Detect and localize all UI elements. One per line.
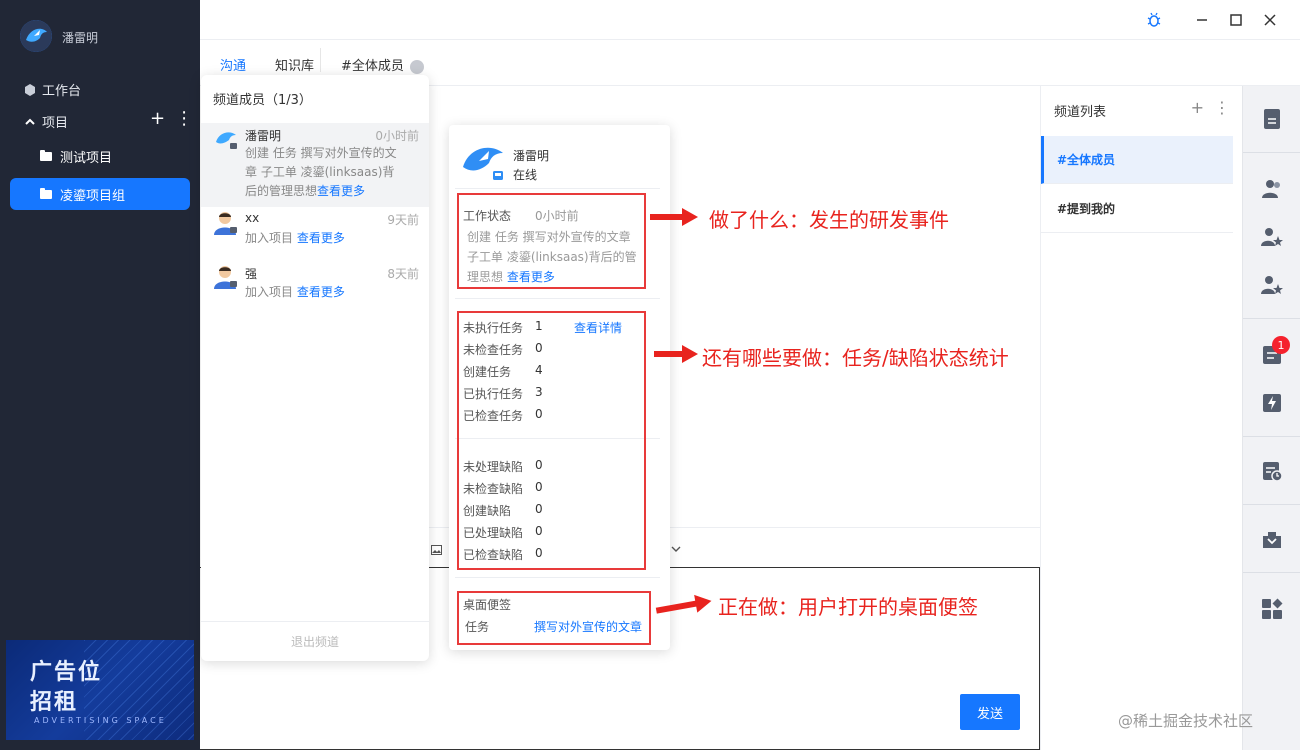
member-time: 8天前 — [387, 267, 419, 281]
channel-item-mentions[interactable]: #提到我的 — [1041, 185, 1233, 233]
apps-icon[interactable] — [1261, 598, 1283, 620]
member-time: 0小时前 — [375, 129, 419, 143]
tab-knowledge-base[interactable]: 知识库 — [275, 55, 314, 74]
member-activity: 创建 任务 撰写对外宣传的文章 子工单 凌鎏(linksaas)背后的管理思想查… — [245, 144, 401, 201]
member-name: xx — [245, 211, 260, 225]
members-title: 频道成员（1/3） — [213, 93, 312, 108]
annotation-box-note — [457, 591, 651, 645]
notification-badge: 1 — [1272, 336, 1290, 354]
send-button[interactable]: 发送 — [960, 694, 1020, 730]
member-name: 强 — [245, 267, 258, 281]
title-bar — [200, 0, 1300, 40]
user-name: 潘雷明 — [62, 31, 99, 45]
annotation-box-work — [457, 193, 646, 289]
cube-icon — [25, 83, 35, 96]
download-box-icon[interactable] — [1261, 528, 1283, 550]
users-icon[interactable] — [1261, 178, 1283, 200]
nav-workbench[interactable]: 工作台 — [24, 80, 81, 99]
chevron-down-icon[interactable] — [671, 546, 681, 554]
document-icon[interactable] — [1261, 108, 1283, 130]
icon-divider — [1243, 572, 1300, 573]
card-divider — [455, 188, 660, 189]
project-item-1[interactable]: 凌鎏项目组 — [10, 178, 190, 210]
leave-channel-button[interactable]: 退出频道 — [201, 621, 429, 661]
member-activity-text: 加入项目 — [245, 231, 294, 245]
ad-line2: 招租 — [30, 690, 79, 715]
member-activity: 加入项目 查看更多 — [245, 283, 401, 302]
bolt-icon[interactable] — [1261, 392, 1283, 414]
right-icon-bar — [1242, 86, 1300, 750]
user-star-icon[interactable] — [1261, 274, 1283, 296]
folder-icon — [40, 149, 52, 161]
channel-name: #全体成员 — [341, 59, 404, 74]
member-time: 9天前 — [387, 213, 419, 227]
member-avatar — [214, 212, 237, 235]
member-activity: 加入项目 查看更多 — [245, 229, 401, 248]
icon-divider — [1243, 436, 1300, 437]
timesheet-icon[interactable] — [1261, 460, 1283, 482]
bug-icon[interactable] — [1146, 12, 1162, 28]
card-divider — [455, 577, 660, 578]
member-activity-text: 加入项目 — [245, 285, 294, 299]
profile-status: 在线 — [513, 168, 538, 182]
add-channel-icon[interactable]: + — [1191, 100, 1204, 116]
ad-line1: 广告位 — [30, 660, 103, 685]
image-icon[interactable] — [431, 545, 442, 555]
member-more-link[interactable]: 查看更多 — [297, 285, 345, 299]
member-more-link[interactable]: 查看更多 — [317, 184, 365, 198]
channel-members-popup: 频道成员（1/3） 潘雷明 0小时前 创建 任务 撰写对外宣传的文章 子工单 凌… — [201, 75, 429, 661]
project-item-label: 测试项目 — [60, 150, 113, 166]
member-row[interactable]: 潘雷明 0小时前 创建 任务 撰写对外宣传的文章 子工单 凌鎏(linksaas… — [201, 123, 429, 207]
ad-banner[interactable]: 广告位 招租 ADVERTISING SPACE — [6, 640, 194, 740]
channel-item-label: #提到我的 — [1057, 202, 1116, 216]
tab-divider — [320, 48, 321, 72]
folder-icon — [40, 187, 52, 199]
close-icon[interactable] — [1262, 12, 1278, 28]
channel-item-label: #全体成员 — [1057, 153, 1116, 167]
member-more-link[interactable]: 查看更多 — [297, 231, 345, 245]
member-name: 潘雷明 — [245, 129, 282, 143]
member-row[interactable]: 强 8天前 加入项目 查看更多 — [201, 263, 429, 315]
member-row[interactable]: xx 9天前 加入项目 查看更多 — [201, 209, 429, 261]
ad-line3: ADVERTISING SPACE — [34, 716, 167, 725]
profile-name: 潘雷明 — [513, 149, 550, 163]
maximize-icon[interactable] — [1228, 12, 1244, 28]
project-actions: + ⋮ — [150, 110, 193, 128]
channel-list-actions: + ⋮ — [1191, 100, 1230, 116]
annotation-text-work: 做了什么：发生的研发事件 — [709, 208, 949, 232]
user-avatar[interactable] — [20, 20, 52, 52]
project-item-0[interactable]: 测试项目 — [10, 140, 190, 172]
channel-list-panel: 频道列表 + ⋮ #全体成员 #提到我的 — [1040, 86, 1242, 750]
tab-channel[interactable]: #全体成员 — [341, 55, 424, 74]
member-avatar — [216, 132, 237, 149]
tab-chat[interactable]: 沟通 — [220, 55, 246, 74]
user-star-icon[interactable] — [1261, 226, 1283, 248]
left-sidebar: 潘雷明 工作台 项目 + ⋮ 测试项目 凌鎏项目组 广告位 招租 ADVERTI… — [0, 0, 200, 750]
icon-divider — [1243, 318, 1300, 319]
channel-member-icon[interactable] — [409, 59, 424, 74]
watermark: @稀土掘金技术社区 — [1118, 712, 1254, 730]
card-divider — [455, 298, 660, 299]
annotation-text-note: 正在做：用户打开的桌面便签 — [718, 595, 978, 619]
icon-divider — [1243, 152, 1300, 153]
more-vertical-icon[interactable]: ⋮ — [175, 110, 193, 128]
minimize-icon[interactable] — [1194, 12, 1210, 28]
nav-projects-label: 项目 — [42, 116, 69, 131]
chevron-up-icon — [25, 118, 35, 125]
profile-avatar — [463, 147, 503, 180]
icon-divider — [1243, 504, 1300, 505]
channel-list-title: 频道列表 — [1054, 105, 1107, 120]
annotation-arrow — [650, 208, 698, 226]
add-project-icon[interactable]: + — [150, 110, 165, 128]
channel-item-all[interactable]: #全体成员 — [1041, 136, 1233, 184]
annotation-arrow — [654, 345, 698, 363]
more-vertical-icon[interactable]: ⋮ — [1214, 100, 1230, 116]
project-item-label: 凌鎏项目组 — [60, 188, 126, 204]
nav-workbench-label: 工作台 — [42, 84, 82, 99]
annotation-box-stats — [457, 311, 646, 570]
annotation-text-stats: 还有哪些要做：任务/缺陷状态统计 — [702, 346, 1009, 370]
nav-projects[interactable]: 项目 — [24, 112, 68, 131]
member-avatar — [214, 266, 237, 289]
